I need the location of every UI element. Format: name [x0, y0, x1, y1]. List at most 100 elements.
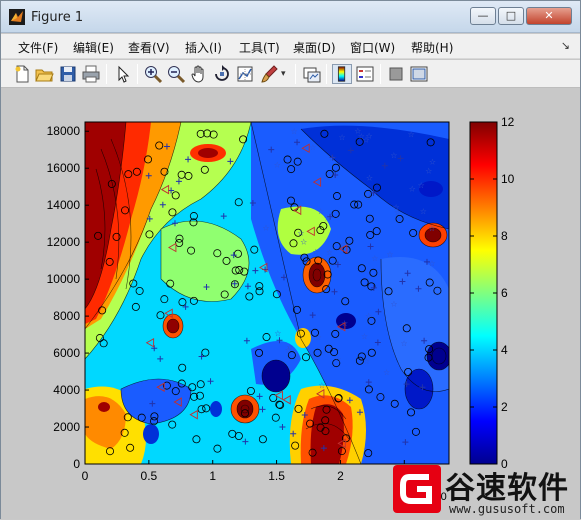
- y-tick-label: 18000: [47, 124, 81, 138]
- colorbar-tick-label: 4: [501, 343, 508, 357]
- menu-file[interactable]: 文件(F): [18, 39, 58, 56]
- star-marker: ☆: [420, 207, 427, 216]
- pointer-icon[interactable]: [113, 64, 133, 84]
- star-marker: ☆: [365, 312, 372, 321]
- toolbar-separator: [295, 64, 296, 84]
- watermark-url: www.gususoft.com: [449, 502, 565, 516]
- zoom-out-icon[interactable]: [166, 64, 186, 84]
- star-marker: ☆: [312, 248, 319, 257]
- star-marker: ☆: [328, 154, 335, 163]
- colorbar-tick-label: 12: [501, 115, 515, 129]
- star-marker: ☆: [371, 254, 378, 263]
- x-tick-label: 2: [337, 469, 344, 483]
- menu-desktop[interactable]: 桌面(D): [293, 39, 336, 56]
- zoom-in-icon[interactable]: [143, 64, 163, 84]
- legend-icon[interactable]: [355, 64, 375, 84]
- star-marker: ☆: [366, 174, 373, 183]
- star-marker: ☆: [326, 248, 333, 257]
- window-title: Figure 1: [31, 10, 84, 25]
- menu-view[interactable]: 查看(V): [128, 39, 170, 56]
- open-file-icon[interactable]: [34, 64, 54, 84]
- y-tick-label: 4000: [53, 383, 80, 397]
- data-cursor-icon[interactable]: [235, 64, 255, 84]
- star-marker: ☆: [324, 214, 331, 223]
- star-marker: ☆: [317, 207, 324, 216]
- menu-edit[interactable]: 编辑(E): [73, 39, 114, 56]
- brush-icon[interactable]: [259, 64, 279, 84]
- watermark-brand: 谷速软件: [445, 471, 569, 506]
- star-marker: ☆: [339, 133, 346, 142]
- star-marker: ☆: [390, 151, 397, 160]
- minimize-button[interactable]: —: [470, 7, 496, 25]
- figure-canvas: ☆ ☆ ☆ ☆ ☆ ☆ ☆ ☆ ☆ ☆ ☆ ☆ ☆ ☆ ☆ ☆ ☆ ☆ ☆ ☆ ☆ ☆ ☆ ☆ ☆ ☆ ☆ ☆ ☆ ☆ ☆ ☆ ☆ ☆ ☆ ☆ ☆ ☆ ☆ ☆…: [1, 89, 580, 519]
- star-marker: ☆: [286, 342, 293, 351]
- star-marker: ☆: [274, 329, 281, 338]
- menu-window[interactable]: 窗口(W): [350, 39, 395, 56]
- hide-plot-tools-icon[interactable]: [386, 64, 406, 84]
- colorbar-tick-label: 8: [501, 229, 508, 243]
- star-marker: ☆: [408, 130, 415, 139]
- star-marker: ☆: [390, 300, 397, 309]
- star-marker: ☆: [401, 339, 408, 348]
- menu-dock-arrow[interactable]: ↘: [561, 39, 570, 52]
- brush-dropdown-icon[interactable]: ▾: [281, 64, 301, 84]
- star-marker: ☆: [425, 166, 432, 175]
- star-marker: ☆: [418, 181, 425, 190]
- star-marker: ☆: [428, 224, 435, 233]
- matlab-logo-icon: [9, 9, 25, 25]
- star-marker: ☆: [300, 238, 307, 247]
- star-marker: ☆: [274, 161, 281, 170]
- close-button[interactable]: ✕: [526, 7, 572, 25]
- star-marker: ☆: [315, 333, 322, 342]
- menu-tools[interactable]: 工具(T): [239, 39, 280, 56]
- star-marker: ☆: [358, 132, 365, 141]
- menu-bar: 文件(F) 编辑(E) 查看(V) 插入(I) 工具(T) 桌面(D) 窗口(W…: [1, 34, 580, 59]
- colorbar-tick-label: 2: [501, 400, 508, 414]
- menu-insert[interactable]: 插入(I): [185, 39, 222, 56]
- toolbar-separator: [106, 64, 107, 84]
- star-marker: ☆: [291, 127, 298, 136]
- star-marker: ☆: [339, 240, 346, 249]
- x-tick-label: 0: [82, 469, 89, 483]
- link-plot-icon[interactable]: [302, 64, 322, 84]
- star-marker: ☆: [409, 184, 416, 193]
- rotate-3d-icon[interactable]: [212, 64, 232, 84]
- y-tick-label: 14000: [47, 198, 81, 212]
- star-marker: ☆: [334, 355, 341, 364]
- y-tick-label: 2000: [53, 420, 80, 434]
- menu-help[interactable]: 帮助(H): [411, 39, 453, 56]
- print-icon[interactable]: [81, 64, 101, 84]
- contour-plot[interactable]: ☆ ☆ ☆ ☆ ☆ ☆ ☆ ☆ ☆ ☆ ☆ ☆ ☆ ☆ ☆ ☆ ☆ ☆ ☆ ☆ ☆ ☆ ☆ ☆ ☆ ☆ ☆ ☆ ☆ ☆ ☆ ☆ ☆ ☆ ☆ ☆ ☆ ☆ ☆ ☆…: [1, 89, 580, 519]
- star-marker: ☆: [262, 224, 269, 233]
- save-icon[interactable]: [58, 64, 78, 84]
- y-tick-label: 0: [73, 457, 80, 471]
- colorbar[interactable]: [469, 121, 498, 465]
- y-tick-label: 6000: [53, 346, 80, 360]
- x-tick-label: 1.5: [268, 469, 285, 483]
- brand-logo-icon: [393, 465, 441, 513]
- y-tick-label: 8000: [53, 309, 80, 323]
- toolbar-separator: [380, 64, 381, 84]
- star-marker: ☆: [297, 228, 304, 237]
- star-marker: ☆: [428, 259, 435, 268]
- star-marker: ☆: [386, 250, 393, 259]
- colorbar-icon[interactable]: [332, 64, 352, 84]
- figure-window: Figure 1 — □ ✕ 文件(F) 编辑(E) 查看(V) 插入(I) 工…: [0, 0, 581, 519]
- star-marker: ☆: [361, 332, 368, 341]
- watermark: 谷速软件 www.gususoft.com: [385, 461, 581, 520]
- show-plot-tools-icon[interactable]: [409, 64, 429, 84]
- x-tick-label: 1: [209, 469, 216, 483]
- star-marker: ☆: [309, 143, 316, 152]
- pan-hand-icon[interactable]: [189, 64, 209, 84]
- new-figure-icon[interactable]: [12, 64, 32, 84]
- title-bar[interactable]: Figure 1 — □ ✕: [1, 1, 580, 33]
- star-marker: ☆: [383, 368, 390, 377]
- y-tick-label: 16000: [47, 161, 81, 175]
- toolbar-separator: [326, 64, 327, 84]
- y-tick-label: 10000: [47, 272, 81, 286]
- star-marker: ☆: [366, 193, 373, 202]
- star-marker: ☆: [366, 132, 373, 141]
- maximize-button[interactable]: □: [498, 7, 524, 25]
- star-marker: ☆: [363, 357, 370, 366]
- colorbar-tick-label: 6: [501, 286, 508, 300]
